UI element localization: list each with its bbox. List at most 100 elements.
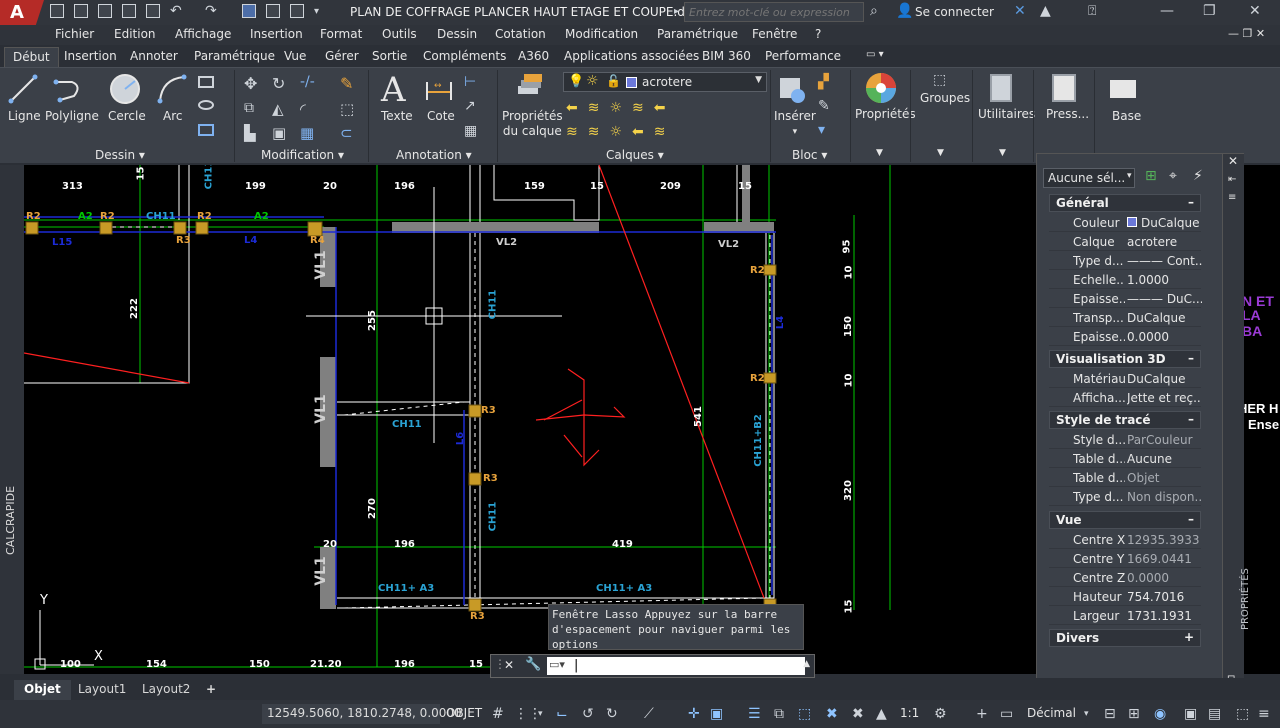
section-plot-style[interactable]: Style de tracé –: [1049, 411, 1201, 429]
hardware-acceleration-icon[interactable]: ▭: [1000, 706, 1013, 722]
explode-icon[interactable]: ⬚: [340, 100, 354, 118]
tab-sortie[interactable]: Sortie: [364, 47, 415, 67]
panel-calques-title[interactable]: Calques ▾: [606, 148, 664, 162]
select-objects-icon[interactable]: ⌖: [1169, 168, 1177, 184]
stretch-icon[interactable]: ▙: [244, 124, 256, 142]
annotation-monitor-icon[interactable]: +: [976, 706, 988, 722]
layer-tools-row1-icon[interactable]: ⬅≋☼≋⬅: [566, 100, 675, 116]
section-misc[interactable]: Divers +: [1049, 629, 1201, 647]
collapse-icon[interactable]: –: [1188, 412, 1194, 426]
share-icon[interactable]: [266, 4, 280, 18]
panel-dessin-title[interactable]: Dessin ▾: [95, 148, 145, 162]
groups-dropdown-icon[interactable]: ▼: [937, 148, 944, 158]
tab-applications[interactable]: Applications associées: [556, 47, 707, 67]
qa-dropdown-icon[interactable]: ▾: [314, 6, 319, 17]
minimize-icon[interactable]: —: [1160, 3, 1174, 19]
menu-dessin[interactable]: Dessin: [437, 27, 477, 41]
menu-fenetre[interactable]: Fenêtre: [752, 27, 797, 41]
mirror-icon[interactable]: ◭: [272, 100, 284, 118]
prop-value[interactable]: 1.0000: [1127, 273, 1202, 287]
prop-value[interactable]: DuCalque: [1127, 311, 1202, 325]
annotation-visibility-icon[interactable]: ✖: [852, 706, 864, 722]
chevron-down-icon[interactable]: ▾: [538, 709, 543, 719]
quick-select-icon[interactable]: ⚡: [1193, 168, 1203, 184]
properties-dropdown-icon[interactable]: ▼: [876, 148, 883, 158]
base-button[interactable]: Base: [1112, 109, 1141, 123]
ribbon-options-icon[interactable]: ▭ ▾: [858, 47, 892, 67]
close-icon[interactable]: ✕: [1228, 154, 1238, 168]
menu-affichage[interactable]: Affichage: [175, 27, 231, 41]
expand-icon[interactable]: +: [1184, 630, 1194, 644]
move-icon[interactable]: ✥: [244, 74, 257, 93]
panel-bloc-title[interactable]: Bloc ▾: [792, 148, 827, 162]
tab-annoter[interactable]: Annoter: [122, 47, 186, 67]
redo-icon[interactable]: ↷: [205, 3, 217, 19]
print-icon[interactable]: [146, 4, 160, 18]
gear-icon[interactable]: ⚙: [934, 706, 947, 722]
selection-cycling-icon[interactable]: ⧉: [774, 706, 784, 722]
section-general[interactable]: Général –: [1049, 194, 1201, 212]
multileader-icon[interactable]: ⊢: [464, 74, 476, 90]
command-history-icon[interactable]: ▲: [803, 659, 810, 669]
annotation-scale-icon[interactable]: ▲: [876, 706, 887, 722]
units-selector[interactable]: Décimal: [1027, 706, 1076, 720]
menu-parametrique[interactable]: Paramétrique: [657, 27, 738, 41]
close-icon[interactable]: ✕: [1249, 3, 1261, 19]
layer-properties-button[interactable]: Propriétés du calque: [502, 109, 563, 139]
polar-icon[interactable]: ↺: [582, 706, 594, 722]
menu-cotation[interactable]: Cotation: [495, 27, 546, 41]
tab-layout2[interactable]: Layout2: [132, 680, 200, 700]
selection-combo[interactable]: Aucune sél...: [1043, 168, 1135, 188]
annotation-scale[interactable]: 1:1: [900, 706, 919, 720]
region-icon[interactable]: [198, 124, 214, 136]
tab-vue[interactable]: Vue: [276, 47, 314, 67]
rectangle-icon[interactable]: [198, 76, 214, 88]
osnap-tracking-icon[interactable]: ⟋: [644, 706, 654, 722]
menu-modification[interactable]: Modification: [565, 27, 638, 41]
autohide-icon[interactable]: ⇤: [1228, 174, 1236, 185]
polyline-icon[interactable]: [52, 74, 86, 104]
leader-icon[interactable]: ↗: [464, 98, 476, 114]
search-box[interactable]: [684, 2, 864, 22]
undo-icon[interactable]: ↶: [170, 3, 182, 19]
offset-icon[interactable]: ⊂: [340, 124, 353, 142]
insert-button[interactable]: Insérer ▾: [774, 109, 816, 137]
line-icon[interactable]: [8, 74, 38, 104]
clipboard-icon[interactable]: [1052, 74, 1076, 102]
tab-gerer[interactable]: Gérer: [317, 47, 367, 67]
tab-a360[interactable]: A360: [510, 47, 557, 67]
export-icon[interactable]: [290, 4, 304, 18]
collapse-icon[interactable]: –: [1188, 195, 1194, 209]
close-icon[interactable]: ✕: [504, 658, 514, 672]
table-icon[interactable]: ▦: [464, 123, 477, 139]
attributes-icon[interactable]: ▾: [818, 122, 825, 138]
utilities-dropdown-icon[interactable]: ▼: [999, 148, 1006, 158]
drawing-canvas[interactable]: 313 15 199 20 196 159 15 209 15 100 154 …: [24, 165, 1034, 674]
base-view-icon[interactable]: [1110, 80, 1136, 98]
hatch-icon[interactable]: [198, 100, 214, 110]
customize-icon[interactable]: ▤: [1208, 706, 1221, 722]
search-input[interactable]: [685, 3, 863, 21]
add-layout-icon[interactable]: +: [196, 680, 226, 700]
collapse-icon[interactable]: –: [1188, 351, 1194, 365]
restore-icon[interactable]: ❐: [1203, 3, 1216, 19]
save-icon[interactable]: [98, 4, 112, 18]
rotate-icon[interactable]: ↻: [272, 74, 285, 93]
dimension-button[interactable]: Cote: [427, 109, 455, 123]
prop-value[interactable]: DuCalque: [1141, 216, 1216, 230]
chevron-down-icon[interactable]: ▼: [755, 75, 762, 85]
a360-icon[interactable]: ▲: [1040, 3, 1051, 19]
grid-icon[interactable]: #: [492, 706, 504, 722]
clipboard-button[interactable]: Press...: [1046, 107, 1089, 121]
isodraft-icon[interactable]: ↻: [606, 706, 618, 722]
prop-value[interactable]: ——— Cont...: [1127, 254, 1202, 268]
user-icon[interactable]: 👤: [896, 3, 913, 19]
clean-screen-icon[interactable]: ▣: [1184, 706, 1197, 722]
3d-osnap-icon[interactable]: ⬚: [798, 706, 811, 722]
line-button[interactable]: Ligne: [8, 109, 41, 123]
properties-menu-icon[interactable]: ≡: [1228, 192, 1236, 203]
trim-icon[interactable]: -/-: [300, 74, 315, 90]
signin-link[interactable]: Se connecter: [915, 5, 994, 19]
coordinates-readout[interactable]: 12549.5060, 1810.2748, 0.0000: [262, 704, 462, 724]
wrench-icon[interactable]: 🔧: [525, 657, 541, 672]
